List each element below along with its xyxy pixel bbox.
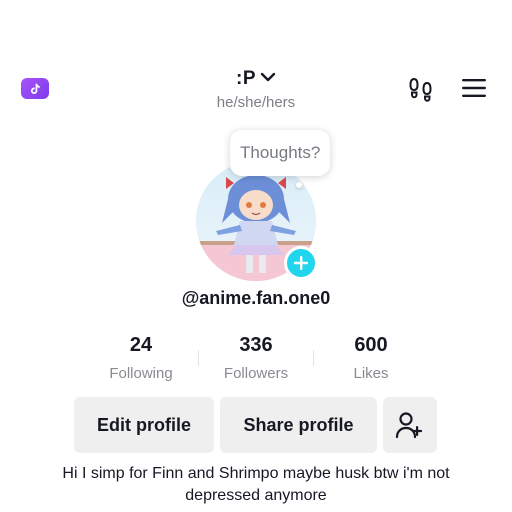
stat-divider	[313, 350, 314, 366]
edit-profile-button[interactable]: Edit profile	[74, 397, 214, 453]
stat-label: Following	[109, 365, 173, 382]
stat-value: 24	[129, 334, 153, 356]
profile-bio: Hi I simp for Finn and Shrimpo maybe hus…	[62, 465, 450, 504]
stat-value: 336	[239, 334, 273, 356]
stat-following[interactable]: 24 Following	[86, 334, 196, 382]
chevron-down-icon	[260, 70, 276, 88]
share-profile-button[interactable]: Share profile	[220, 397, 377, 453]
stat-value: 600	[354, 334, 388, 356]
plus-icon	[294, 256, 308, 270]
add-story-button[interactable]	[284, 246, 318, 280]
add-friend-icon	[395, 412, 423, 439]
stat-label: Followers	[223, 365, 289, 382]
stat-label: Likes	[353, 365, 389, 382]
thought-bubble-tail	[296, 182, 302, 188]
add-friend-button[interactable]	[383, 397, 437, 453]
hamburger-menu-icon[interactable]	[460, 76, 488, 100]
stat-followers[interactable]: 336 Followers	[201, 334, 311, 382]
thought-bubble[interactable]: Thoughts?	[230, 130, 331, 176]
stat-divider	[198, 350, 199, 366]
username: @anime.fan.one0	[181, 288, 331, 308]
footprints-icon[interactable]	[406, 75, 436, 103]
profile-title: :P	[236, 68, 256, 89]
thought-bubble-text: Thoughts?	[240, 143, 321, 162]
stat-likes[interactable]: 600 Likes	[316, 334, 426, 382]
